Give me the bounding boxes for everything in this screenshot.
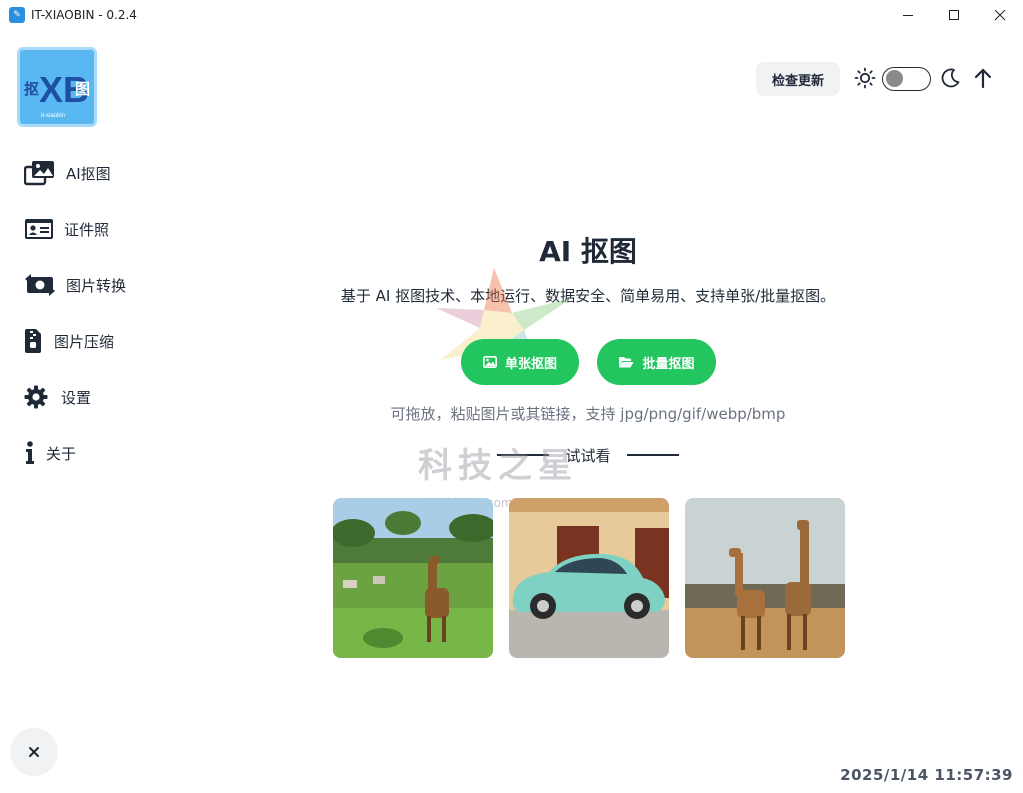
sample-image-beetle-car[interactable] [509,498,669,658]
file-zipper-icon [24,329,50,353]
minimize-button[interactable] [885,0,931,30]
folder-open-icon [619,357,634,368]
page-subtitle: 基于 AI 抠图技术、本地运行、数据安全、简单易用、支持单张/批量抠图。 [340,287,836,305]
info-icon [24,441,46,465]
sidebar-item-about[interactable]: 关于 [0,425,200,481]
logo-caption: it-xiaobin [41,113,65,119]
sun-icon [854,67,876,93]
sidebar-label-image-compress: 图片压缩 [54,332,115,351]
theme-toggle[interactable] [882,67,931,91]
logo-right-char: 图 [75,81,90,98]
close-icon [994,9,1005,20]
sample-image-two-giraffes[interactable] [685,498,845,658]
sidebar-label-about: 关于 [46,444,77,463]
batch-matting-button[interactable]: 批量抠图 [597,339,716,385]
close-window-button[interactable] [977,0,1023,30]
sidebar-item-settings[interactable]: 设置 [0,369,200,425]
drop-hint: 可拖放，粘贴图片或其链接，支持 jpg/png/gif/webp/bmp [390,405,786,423]
window-title: IT-XIAOBIN - 0.2.4 [31,8,137,22]
images-icon [24,160,56,186]
close-fab-button[interactable] [10,728,58,776]
sidebar-label-id-photo: 证件照 [64,220,110,239]
divider-line-right [626,454,679,456]
money-exchange-icon [24,273,56,297]
sidebar-label-image-convert: 图片转换 [66,276,127,295]
image-icon [482,356,497,368]
sidebar-item-ai-matting[interactable]: AI抠图 [0,145,200,201]
sample-image-giraffe-savanna[interactable] [333,498,493,658]
page-title: AI 抠图 [539,235,637,268]
minimize-icon [902,14,913,16]
app-icon: ✎ [9,7,25,23]
logo-left-char: 抠 [24,80,39,98]
app-logo[interactable]: 抠 XB 图 it-xiaobin [17,47,97,127]
id-card-icon [24,218,56,240]
sidebar-label-settings: 设置 [61,388,92,407]
clock-text: 2025/1/14 11:57:39 [840,766,1013,784]
sample-images [333,498,845,658]
logo-graphic: 抠 XB 图 it-xiaobin [20,50,94,124]
gear-icon [24,385,54,409]
maximize-button[interactable] [931,0,977,30]
close-icon [29,747,39,757]
arrow-up-icon[interactable] [972,67,994,93]
title-bar: ✎ IT-XIAOBIN - 0.2.4 [0,0,1023,30]
watermark-text: 科技之星 [418,446,578,486]
theme-toggle-knob [886,70,903,87]
single-matting-button[interactable]: 单张抠图 [461,339,579,385]
sidebar-item-image-compress[interactable]: 图片压缩 [0,313,200,369]
sidebar-item-id-photo[interactable]: 证件照 [0,201,200,257]
moon-icon [939,67,961,93]
maximize-icon [948,9,959,20]
batch-matting-label: 批量抠图 [642,356,695,372]
sidebar-label-ai-matting: AI抠图 [66,164,111,183]
single-matting-label: 单张抠图 [504,356,557,372]
window-controls [885,0,1023,30]
sidebar-nav: AI抠图 证件照 图片转换 图片压缩 设置 关于 [0,145,200,481]
check-update-button[interactable]: 检查更新 [756,62,840,96]
sidebar-item-image-convert[interactable]: 图片转换 [0,257,200,313]
